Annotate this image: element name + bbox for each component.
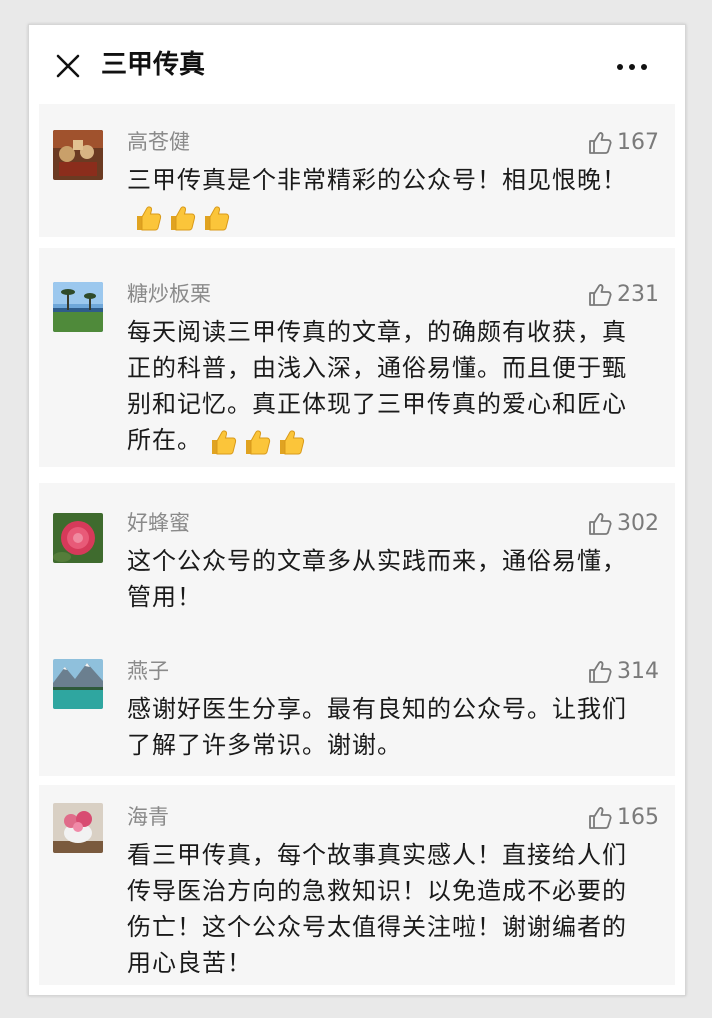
avatar-image xyxy=(53,659,103,709)
like-button[interactable]: 231 xyxy=(587,280,659,310)
thumbs-up-outline-icon xyxy=(589,132,612,154)
comment-text: 三甲传真是个非常精彩的公众号！相见恨晚！ xyxy=(127,162,647,235)
thumbs-up-emoji xyxy=(137,206,162,231)
thumbs-up-outline-icon xyxy=(589,284,612,306)
thumbs-up-emoji-group xyxy=(133,199,235,235)
header-bar: 三甲传真 xyxy=(29,25,685,103)
like-button[interactable]: 302 xyxy=(587,509,659,539)
comment-card: 好蜂蜜 302 这个公众号的文章多从实践而来，通俗易懂，管用！ 燕子 314 感… xyxy=(39,483,675,776)
avatar[interactable] xyxy=(53,130,103,180)
more-button[interactable] xyxy=(615,57,649,77)
comment-body: 每天阅读三甲传真的文章，的确颇有收获，真正的科普，由浅入深，通俗易懂。而且便于甄… xyxy=(127,318,627,454)
like-count: 314 xyxy=(617,659,659,684)
thumbs-up-emoji xyxy=(212,430,237,455)
page-title: 三甲传真 xyxy=(101,50,206,80)
like-count: 165 xyxy=(617,805,659,830)
comment-text: 看三甲传真，每个故事真实感人！直接给人们传导医治方向的急救知识！以免造成不必要的… xyxy=(127,841,627,977)
comments-window: 三甲传真 高苍健 167 三甲传真是个非常精彩的公众号！相见恨晚！ 糖炒板栗 2… xyxy=(28,24,686,996)
avatar[interactable] xyxy=(53,282,103,332)
thumbs-up-emoji xyxy=(205,206,230,231)
comment-text: 这个公众号的文章多从实践而来，通俗易懂，管用！ xyxy=(127,547,627,611)
comment-body: 三甲传真是个非常精彩的公众号！相见恨晚！ xyxy=(127,166,627,194)
commenter-name[interactable]: 糖炒板栗 xyxy=(127,280,211,308)
close-button[interactable] xyxy=(55,53,81,79)
commenter-name[interactable]: 高苍健 xyxy=(127,128,190,156)
comment-card: 高苍健 167 三甲传真是个非常精彩的公众号！相见恨晚！ xyxy=(39,104,675,237)
thumbs-up-emoji xyxy=(280,430,305,455)
avatar-image xyxy=(53,130,103,180)
like-count: 302 xyxy=(617,511,659,536)
avatar[interactable] xyxy=(53,513,103,563)
comment-card: 糖炒板栗 231 每天阅读三甲传真的文章，的确颇有收获，真正的科普，由浅入深，通… xyxy=(39,248,675,467)
avatar[interactable] xyxy=(53,803,103,853)
like-count: 167 xyxy=(617,130,659,155)
more-icon xyxy=(617,64,647,70)
avatar-image xyxy=(53,282,103,332)
avatar[interactable] xyxy=(53,659,103,709)
comment-card: 海青 165 看三甲传真，每个故事真实感人！直接给人们传导医治方向的急救知识！以… xyxy=(39,785,675,985)
like-button[interactable]: 165 xyxy=(587,803,659,833)
like-button[interactable]: 167 xyxy=(587,128,659,158)
avatar-image xyxy=(53,513,103,563)
thumbs-up-emoji xyxy=(171,206,196,231)
thumbs-up-emoji-group xyxy=(208,423,310,459)
close-icon xyxy=(56,54,80,78)
like-count: 231 xyxy=(617,282,659,307)
thumbs-up-emoji xyxy=(246,430,271,455)
commenter-name[interactable]: 燕子 xyxy=(127,657,169,685)
commenter-name[interactable]: 海青 xyxy=(127,803,169,831)
like-button[interactable]: 314 xyxy=(587,657,659,687)
comment-text: 感谢好医生分享。最有良知的公众号。让我们了解了许多常识。谢谢。 xyxy=(127,695,627,759)
thumbs-up-outline-icon xyxy=(589,807,612,829)
thumbs-up-outline-icon xyxy=(589,661,612,683)
thumbs-up-outline-icon xyxy=(589,513,612,535)
avatar-image xyxy=(53,803,103,853)
comment-text: 每天阅读三甲传真的文章，的确颇有收获，真正的科普，由浅入深，通俗易懂。而且便于甄… xyxy=(127,314,647,459)
commenter-name[interactable]: 好蜂蜜 xyxy=(127,509,190,537)
